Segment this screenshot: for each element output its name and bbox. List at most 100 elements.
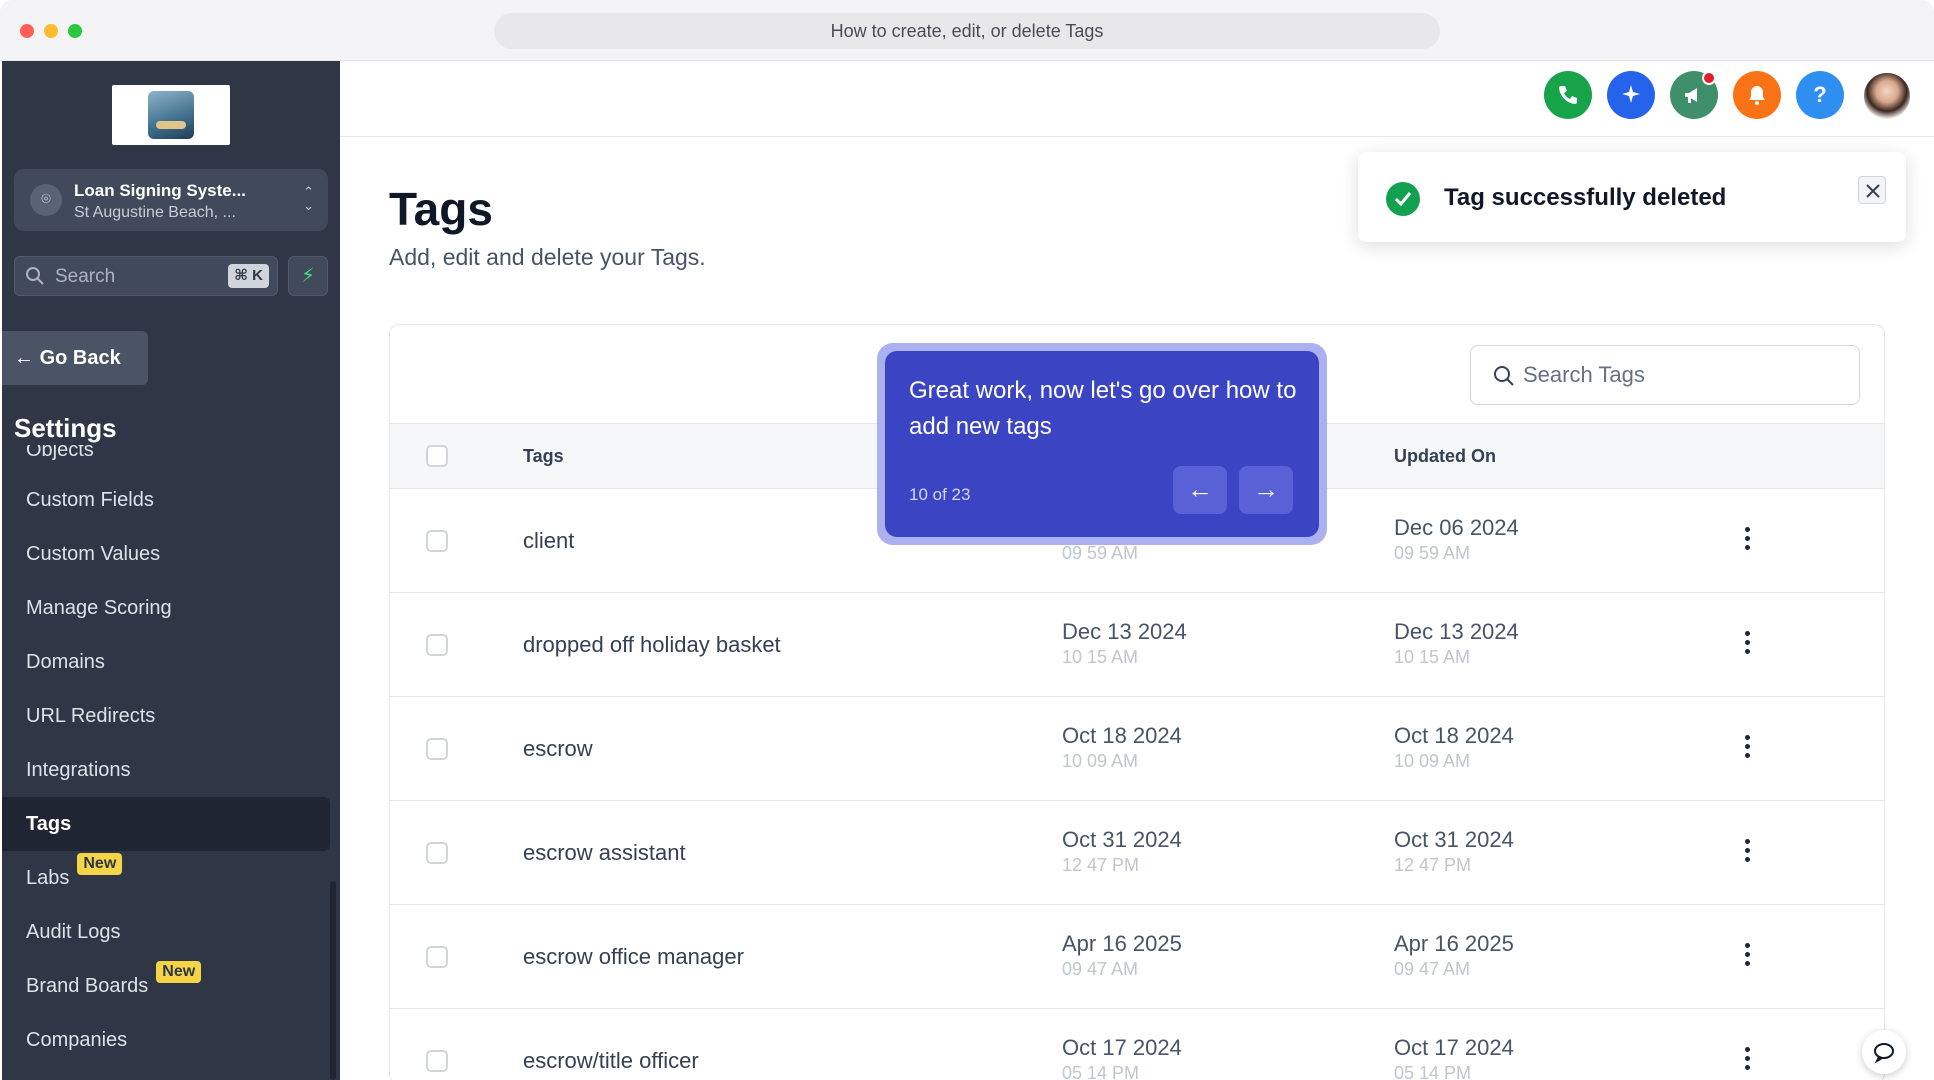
sidebar-item-label: Tags [26,813,72,835]
search-icon [26,267,44,285]
close-window-button[interactable] [20,24,34,38]
sidebar-item-url-redirects[interactable]: URL Redirects [2,689,330,743]
help-icon: ? [1813,82,1827,107]
updated-time: 12 47 PM [1394,855,1472,875]
quick-actions-button[interactable]: ⚡ [288,256,328,296]
search-tags-input[interactable]: Search Tags [1470,345,1860,405]
select-all-checkbox[interactable] [426,445,448,467]
maximize-window-button[interactable] [68,24,82,38]
help-button[interactable]: ? [1796,71,1844,119]
row-checkbox[interactable] [426,946,448,968]
updated-date: Oct 18 2024 [1394,723,1514,748]
more-options-icon[interactable] [1740,943,1754,971]
go-back-button[interactable]: ← Go Back [2,331,148,385]
address-bar[interactable]: How to create, edit, or delete Tags [494,13,1440,49]
minimize-window-button[interactable] [44,24,58,38]
search-icon [1494,366,1514,386]
row-checkbox[interactable] [426,842,448,864]
sidebar-item-domains[interactable]: Domains [2,635,330,689]
chat-icon [1874,1043,1894,1064]
more-options-icon[interactable] [1740,735,1754,763]
notifications-button[interactable] [1733,71,1781,119]
created-time: 12 47 PM [1062,855,1140,875]
tag-name: escrow office manager [523,944,744,969]
phone-button[interactable] [1544,71,1592,119]
check-circle-icon [1386,182,1420,216]
row-checkbox[interactable] [426,530,448,552]
toast-close-button[interactable] [1858,176,1886,204]
sidebar-item-label: Custom Values [26,543,161,565]
tour-tooltip: Great work, now let's go over how to add… [877,343,1327,545]
toast-message: Tag successfully deleted [1444,184,1727,211]
column-header-updated-on[interactable]: Updated On [1394,446,1496,467]
shortcut-badge: ⌘ K [228,264,269,288]
updated-date: Apr 16 2025 [1394,931,1514,956]
sidebar-item-audit-logs[interactable]: Audit Logs [2,905,330,959]
browser-chrome: How to create, edit, or delete Tags [0,0,1934,61]
table-row[interactable]: dropped off holiday basket Dec 13 2024 1… [390,593,1884,697]
announcements-button[interactable] [1670,71,1718,119]
more-options-icon[interactable] [1740,1047,1754,1075]
created-time: 10 15 AM [1062,647,1139,667]
close-icon [1866,184,1880,198]
tag-name: escrow/title officer [523,1048,699,1073]
notification-dot [1702,71,1716,85]
created-time: 05 14 PM [1062,1063,1140,1080]
company-logo[interactable] [112,85,230,145]
sidebar-item-label: Custom Fields [26,489,154,511]
updated-time: 10 09 AM [1394,751,1471,771]
sidebar-item-labs[interactable]: Labs New [2,851,330,905]
updated-date: Dec 06 2024 [1394,515,1519,540]
search-tags-placeholder: Search Tags [1523,362,1645,387]
column-header-tags[interactable]: Tags [523,446,564,467]
created-date: Apr 16 2025 [1062,931,1182,956]
more-options-icon[interactable] [1740,839,1754,867]
sidebar-item-tags[interactable]: Tags [2,797,330,851]
account-switcher[interactable]: ⌾ Loan Signing Syste... St Augustine Bea… [14,169,328,231]
more-options-icon[interactable] [1740,631,1754,659]
table-row[interactable]: escrow office manager Apr 16 2025 09 47 … [390,905,1884,1009]
created-time: 09 47 AM [1062,959,1139,979]
phone-icon [1559,86,1577,104]
support-chat-button[interactable] [1862,1030,1906,1074]
sidebar-item-custom-fields[interactable]: Custom Fields [2,473,330,527]
table-row[interactable]: escrow Oct 18 2024 10 09 AM Oct 18 2024 … [390,697,1884,801]
tour-next-button[interactable]: → [1239,466,1293,514]
created-time: 10 09 AM [1062,751,1139,771]
account-name: Loan Signing Syste... [74,181,246,200]
settings-title: Settings [14,413,117,443]
logo-image [148,91,194,139]
table-row[interactable]: escrow assistant Oct 31 2024 12 47 PM Oc… [390,801,1884,905]
row-checkbox[interactable] [426,634,448,656]
tour-tooltip-body: Great work, now let's go over how to add… [885,351,1319,537]
sidebar-item-companies[interactable]: Companies [2,1013,330,1067]
settings-nav: Objects Custom Fields Custom Values Mana… [2,445,332,1080]
page-title: Tags [389,183,493,235]
updated-time: 09 47 AM [1394,959,1471,979]
updated-date: Oct 31 2024 [1394,827,1514,852]
sidebar-item-manage-scoring[interactable]: Manage Scoring [2,581,330,635]
ai-assistant-button[interactable] [1607,71,1655,119]
account-location: St Augustine Beach, ... [74,204,236,221]
tag-name: dropped off holiday basket [523,632,781,657]
new-badge: New [77,853,123,875]
sidebar-scrollbar[interactable] [330,881,336,1080]
chevron-up-down-icon: ⌃ ⌄ [303,184,314,213]
sidebar-search[interactable]: Search ⌘ K [14,256,278,296]
table-row[interactable]: escrow/title officer Oct 17 2024 05 14 P… [390,1009,1884,1080]
sidebar-item-label: Labs [26,867,70,889]
sidebar-item-custom-values[interactable]: Custom Values [2,527,330,581]
tour-prev-button[interactable]: ← [1173,466,1227,514]
megaphone-icon [1685,88,1697,103]
sidebar-item-integrations[interactable]: Integrations [2,743,330,797]
updated-time: 05 14 PM [1394,1063,1472,1080]
sidebar-item-brand-boards[interactable]: Brand Boards New [2,959,330,1013]
created-date: Dec 13 2024 [1062,619,1187,644]
row-checkbox[interactable] [426,1050,448,1072]
row-checkbox[interactable] [426,738,448,760]
more-options-icon[interactable] [1740,527,1754,555]
lightning-icon: ⚡ [300,265,316,287]
user-avatar[interactable] [1862,71,1912,121]
arrow-left-icon: ← [14,347,34,369]
sidebar: ⌾ Loan Signing Syste... St Augustine Bea… [2,61,340,1080]
